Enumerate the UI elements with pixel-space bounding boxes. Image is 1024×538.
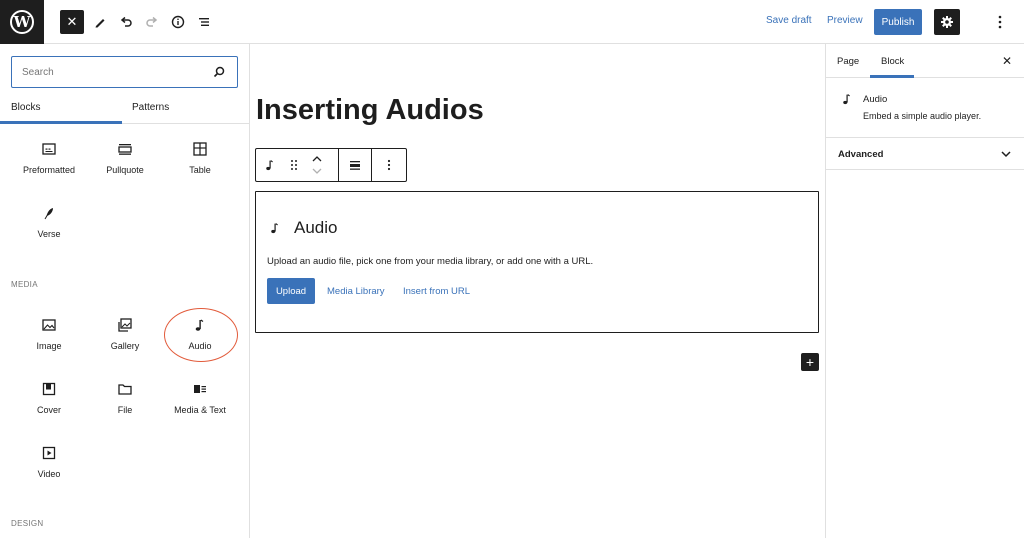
- sidebar-tabs: Page Block ✕: [826, 44, 1024, 78]
- undo-button[interactable]: [114, 10, 138, 34]
- inserter-tabs: Blocks Patterns: [0, 96, 249, 124]
- redo-icon: [146, 16, 158, 27]
- block-type-button[interactable]: [256, 149, 284, 181]
- audio-icon: [271, 223, 278, 234]
- active-tab-indicator: [870, 75, 914, 78]
- redo-button[interactable]: [140, 10, 164, 34]
- category-heading-design: DESIGN: [11, 519, 44, 528]
- align-button[interactable]: [339, 149, 371, 181]
- block-card-description: Embed a simple audio player.: [863, 111, 982, 121]
- tab-page[interactable]: Page: [837, 56, 859, 67]
- editor-canvas: Inserting Audios Audio Upload an audio f…: [250, 44, 825, 538]
- placeholder-title: Audio: [294, 218, 338, 237]
- media-library-button[interactable]: Media Library: [327, 286, 385, 297]
- edit-tools-button[interactable]: [88, 10, 112, 34]
- block-item-table[interactable]: Table: [162, 140, 238, 175]
- pencil-icon: [95, 19, 105, 28]
- insert-from-url-button[interactable]: Insert from URL: [403, 286, 470, 297]
- pullquote-icon: [87, 140, 163, 158]
- list-view-button[interactable]: [192, 10, 216, 34]
- save-draft-button[interactable]: Save draft: [766, 15, 812, 26]
- align-icon: [350, 161, 360, 170]
- block-item-pullquote[interactable]: Pullquote: [87, 140, 163, 175]
- editor-header: W ✕ Save draft Preview Publish: [0, 0, 1024, 44]
- block-item-gallery[interactable]: Gallery: [87, 316, 163, 351]
- more-vertical-icon: [998, 15, 1002, 29]
- table-icon: [162, 140, 238, 158]
- search-input[interactable]: [22, 64, 202, 80]
- cover-icon: [11, 380, 87, 398]
- chevron-down-icon: [1001, 151, 1011, 158]
- image-icon: [11, 316, 87, 334]
- add-block-button[interactable]: +: [801, 353, 819, 371]
- undo-icon: [120, 16, 132, 27]
- advanced-panel-toggle[interactable]: Advanced: [826, 138, 1024, 170]
- preview-button[interactable]: Preview: [827, 15, 863, 26]
- block-item-file[interactable]: File: [87, 380, 163, 415]
- close-inserter-button[interactable]: ✕: [60, 10, 84, 34]
- block-card-title: Audio: [863, 94, 888, 105]
- preformatted-icon: [11, 140, 87, 158]
- block-card: Audio Embed a simple audio player.: [826, 79, 1024, 138]
- block-item-image[interactable]: Image: [11, 316, 87, 351]
- placeholder-description: Upload an audio file, pick one from your…: [267, 256, 594, 267]
- upload-button[interactable]: Upload: [267, 278, 315, 304]
- block-item-preformatted[interactable]: Preformatted: [11, 140, 87, 175]
- gear-icon: [941, 16, 953, 28]
- move-block-controls: [306, 149, 328, 181]
- block-options-button[interactable]: [372, 149, 406, 181]
- settings-button[interactable]: [934, 9, 960, 35]
- settings-sidebar: Page Block ✕ Audio Embed a simple audio …: [825, 44, 1024, 538]
- search-field: [11, 56, 238, 88]
- audio-icon: [266, 160, 273, 171]
- list-view-icon: [199, 18, 209, 26]
- tab-blocks[interactable]: Blocks: [11, 102, 40, 113]
- publish-button[interactable]: Publish: [874, 9, 922, 35]
- file-icon: [87, 380, 163, 398]
- verse-icon: [11, 204, 87, 222]
- block-item-video[interactable]: Video: [11, 444, 87, 479]
- video-icon: [11, 444, 87, 462]
- audio-highlight-annotation: [164, 308, 238, 362]
- drag-handle-icon: [291, 160, 297, 170]
- info-icon: [171, 15, 185, 29]
- block-item-verse[interactable]: Verse: [11, 204, 87, 239]
- audio-block-placeholder: Audio Upload an audio file, pick one fro…: [255, 191, 819, 333]
- tab-block[interactable]: Block: [881, 56, 904, 67]
- block-toolbar: [255, 148, 407, 182]
- block-item-cover[interactable]: Cover: [11, 380, 87, 415]
- wordpress-logo-button[interactable]: W: [0, 0, 44, 44]
- gallery-icon: [87, 316, 163, 334]
- options-menu-button[interactable]: [992, 12, 1008, 32]
- audio-icon: [840, 91, 854, 112]
- tab-patterns[interactable]: Patterns: [132, 102, 169, 113]
- block-inserter-panel: Blocks Patterns Preformatted Pullquote T…: [0, 44, 250, 538]
- active-tab-indicator: [0, 121, 122, 124]
- category-heading-media: MEDIA: [11, 280, 38, 289]
- details-button[interactable]: [166, 10, 190, 34]
- placeholder-header: Audio: [268, 218, 337, 238]
- search-icon: [213, 65, 225, 83]
- chevron-up-icon[interactable]: [311, 155, 323, 163]
- more-vertical-icon: [387, 159, 391, 171]
- post-title[interactable]: Inserting Audios: [256, 94, 484, 127]
- advanced-label: Advanced: [838, 149, 884, 160]
- wordpress-logo-icon: W: [10, 10, 34, 34]
- close-sidebar-button[interactable]: ✕: [999, 53, 1015, 69]
- media-text-icon: [162, 380, 238, 398]
- chevron-down-icon[interactable]: [311, 167, 323, 175]
- block-item-media-text[interactable]: Media & Text: [162, 380, 238, 415]
- drag-handle[interactable]: [284, 149, 304, 181]
